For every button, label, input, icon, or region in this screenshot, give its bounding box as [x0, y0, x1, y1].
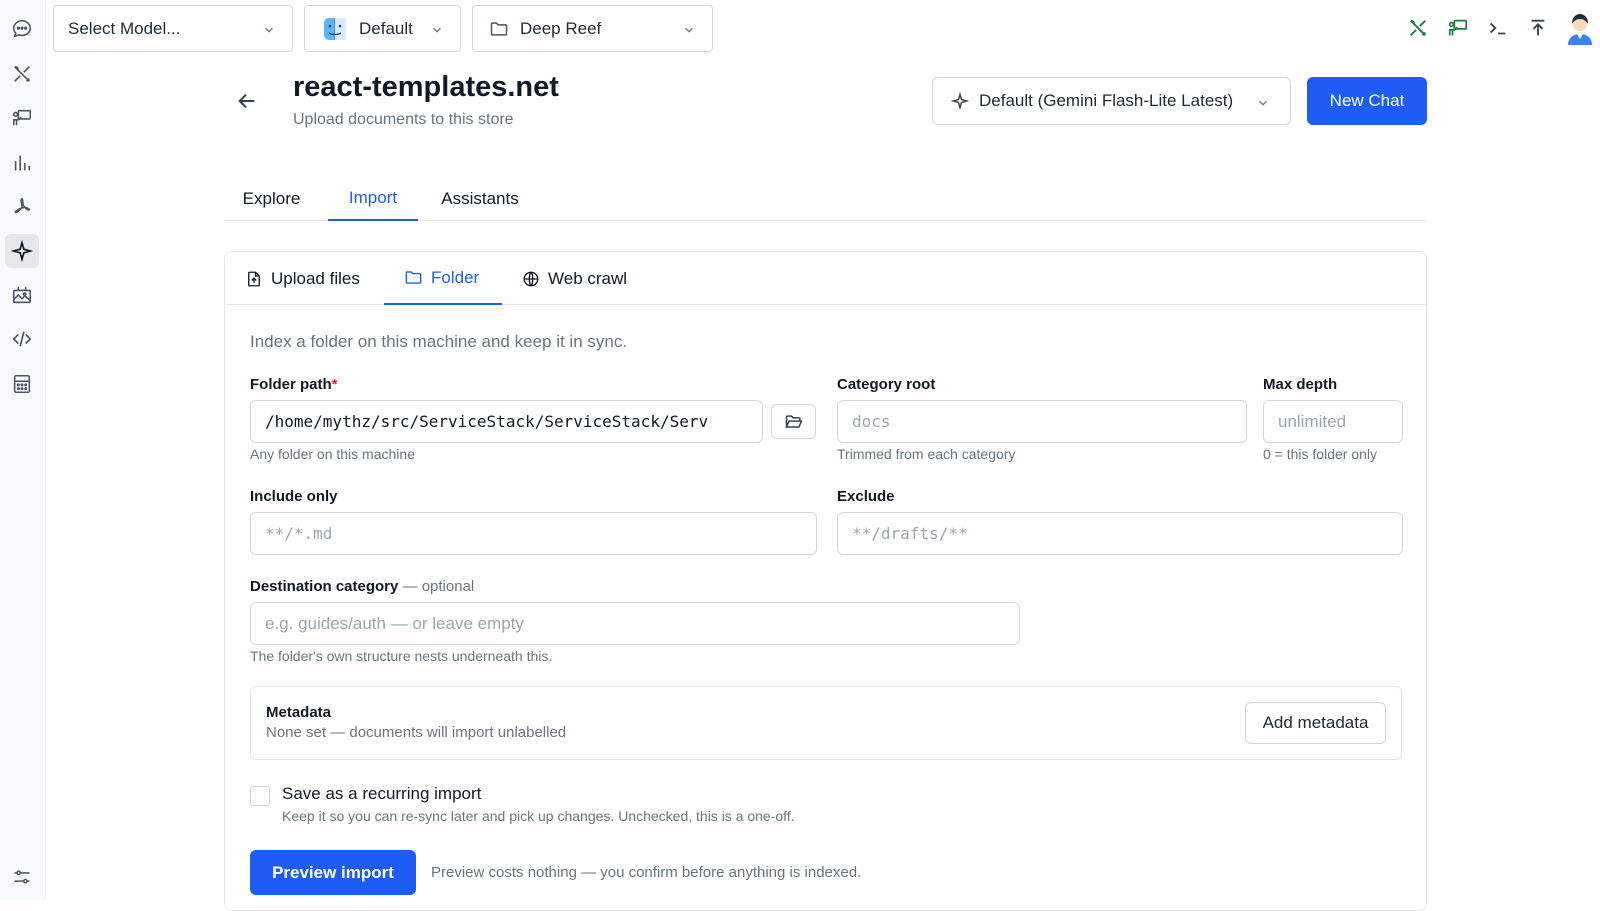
destination-category-label: Destination category — optional — [250, 578, 475, 595]
subtab-upload-files-label: Upload files — [271, 268, 360, 288]
profile-selector-label: Default — [359, 18, 413, 38]
subtab-folder-label: Folder — [431, 267, 480, 287]
chevron-down-icon — [430, 23, 444, 37]
tools-icon[interactable] — [5, 57, 39, 91]
tab-explore[interactable]: Explore — [224, 176, 319, 221]
new-chat-button[interactable]: New Chat — [1307, 77, 1427, 125]
recurring-import-checkbox[interactable] — [250, 786, 270, 806]
page-subtitle: Upload documents to this store — [293, 111, 514, 128]
project-selector[interactable]: Deep Reef — [472, 5, 713, 52]
subtab-web-crawl-label: Web crawl — [548, 268, 628, 288]
subtab-upload-files[interactable]: Upload files — [225, 252, 380, 305]
presentation-icon[interactable] — [1444, 14, 1472, 42]
include-only-input[interactable]: **/*.md — [250, 512, 817, 555]
recurring-import-description: Keep it so you can re-sync later and pic… — [282, 808, 795, 824]
tab-assistants[interactable]: Assistants — [430, 176, 530, 221]
recurring-import-label[interactable]: Save as a recurring import — [282, 784, 481, 804]
max-depth-input[interactable]: unlimited — [1263, 400, 1403, 443]
include-only-label: Include only — [250, 488, 338, 505]
preview-import-button[interactable]: Preview import — [250, 850, 416, 895]
project-selector-label: Deep Reef — [520, 18, 602, 38]
user-avatar[interactable] — [1564, 11, 1596, 45]
chevron-down-icon — [682, 23, 696, 37]
metadata-title: Metadata — [266, 704, 332, 721]
import-card: Upload files Folder Web crawl Index a fo… — [224, 251, 1427, 911]
left-rail — [0, 0, 46, 900]
category-root-input[interactable]: docs — [837, 400, 1247, 443]
chat-model-selector[interactable]: Default (Gemini Flash-Lite Latest) — [932, 77, 1291, 125]
folder-path-label: Folder path* — [250, 376, 338, 393]
analytics-icon[interactable] — [5, 146, 39, 180]
max-depth-hint: 0 = this folder only — [1263, 446, 1378, 462]
exclude-input[interactable]: **/drafts/** — [837, 512, 1403, 555]
exclude-label: Exclude — [837, 488, 895, 505]
folder-path-input[interactable]: /home/mythz/src/ServiceStack/ServiceStac… — [250, 400, 763, 443]
presentation-icon[interactable] — [5, 101, 39, 135]
subtab-web-crawl[interactable]: Web crawl — [502, 252, 647, 305]
profile-selector[interactable]: Default — [304, 5, 461, 52]
main-tabs: Explore Import Assistants — [224, 176, 1427, 221]
file-upload-icon — [245, 270, 263, 288]
globe-icon — [522, 270, 540, 288]
folder-intro: Index a folder on this machine and keep … — [250, 332, 628, 351]
pdf-icon[interactable] — [5, 190, 39, 224]
chevron-down-icon — [262, 23, 276, 37]
tools-icon[interactable] — [1404, 14, 1432, 42]
chat-model-label: Default (Gemini Flash-Lite Latest) — [979, 91, 1234, 110]
destination-category-hint: The folder's own structure nests underne… — [250, 648, 553, 664]
code-icon[interactable] — [5, 322, 39, 356]
back-arrow-icon[interactable] — [232, 86, 262, 116]
terminal-icon[interactable] — [1484, 14, 1512, 42]
chat-icon[interactable] — [5, 12, 39, 46]
max-depth-label: Max depth — [1263, 376, 1338, 393]
sparkle-icon[interactable] — [5, 234, 39, 268]
finder-icon — [323, 17, 347, 41]
metadata-description: None set — documents will import unlabel… — [266, 724, 567, 741]
browse-folder-button[interactable] — [771, 404, 816, 439]
preview-note: Preview costs nothing — you confirm befo… — [431, 864, 862, 881]
folder-icon — [489, 19, 509, 39]
image-gallery-icon[interactable] — [5, 278, 39, 312]
folder-open-icon — [784, 412, 804, 432]
metadata-panel: Metadata None set — documents will impor… — [250, 686, 1402, 760]
page-title: react-templates.net — [293, 71, 559, 103]
model-selector-label: Select Model... — [68, 18, 181, 38]
category-root-label: Category root — [837, 376, 936, 393]
destination-category-input[interactable]: e.g. guides/auth — or leave empty — [250, 602, 1020, 645]
folder-icon — [404, 268, 423, 287]
sparkle-icon — [951, 92, 969, 110]
model-selector[interactable]: Select Model... — [53, 5, 293, 52]
chevron-down-icon — [1256, 96, 1270, 110]
import-subtabs: Upload files Folder Web crawl — [225, 252, 1426, 305]
add-metadata-button[interactable]: Add metadata — [1245, 702, 1386, 744]
folder-path-hint: Any folder on this machine — [250, 446, 415, 462]
calculator-icon[interactable] — [5, 367, 39, 401]
subtab-folder[interactable]: Folder — [384, 252, 502, 305]
upload-icon[interactable] — [1524, 14, 1552, 42]
category-root-hint: Trimmed from each category — [837, 446, 1016, 462]
settings-sliders-icon[interactable] — [5, 860, 39, 894]
tab-import[interactable]: Import — [328, 176, 418, 221]
